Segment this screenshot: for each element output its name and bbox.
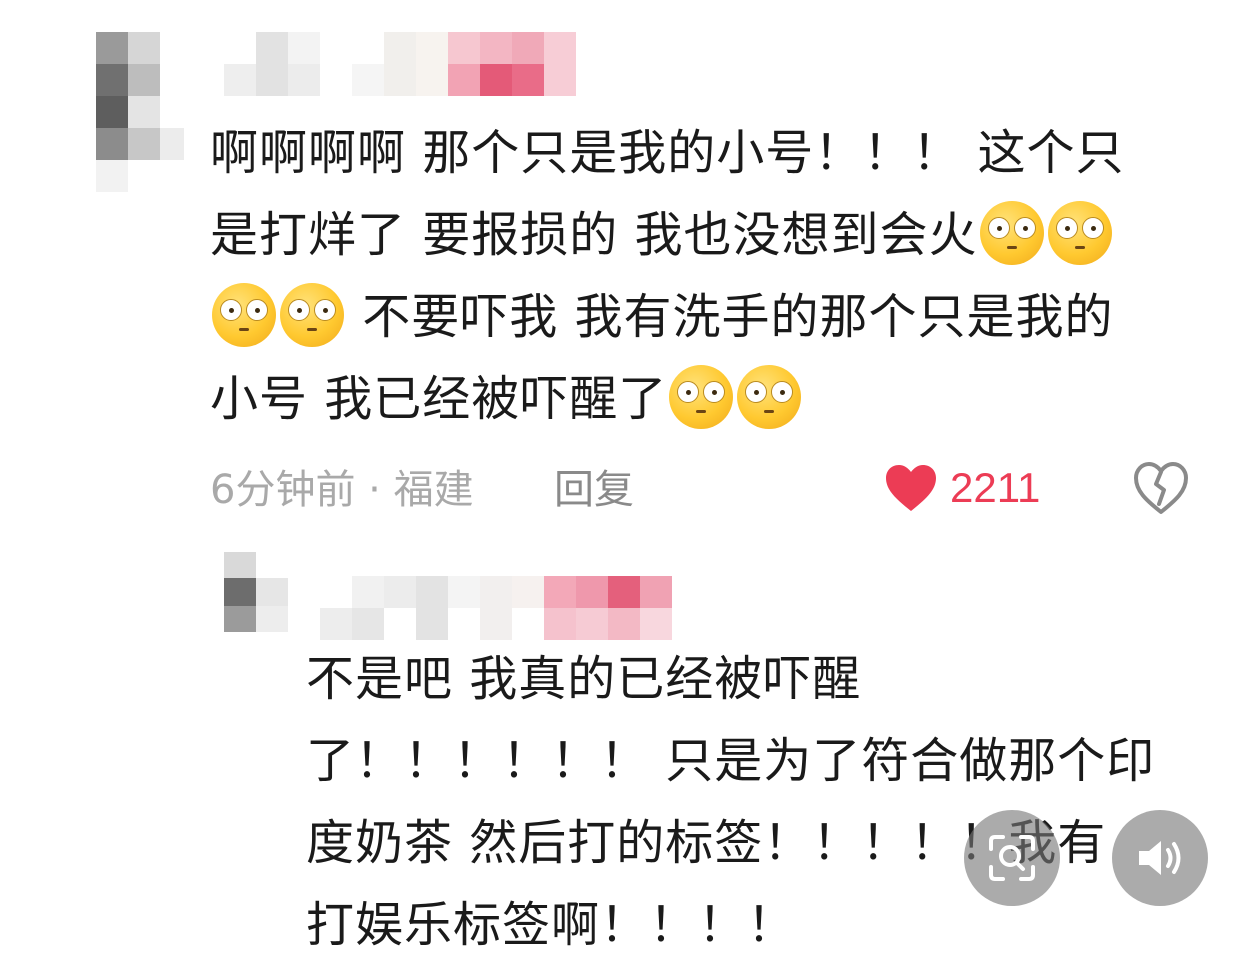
flushed-face-emoji (280, 283, 344, 347)
avatar[interactable] (96, 32, 192, 192)
comment-line: 啊啊啊啊 那个只是我的小号！！！ 这个只 (210, 125, 1125, 181)
reply-body: 不是吧 我真的已经被吓醒 了！！！！！！ 只是为了符合做那个印 度奶茶 然后打的… (306, 638, 1155, 966)
comment-line: 是打烊了 要报损的 我也没想到会火 (210, 194, 1125, 276)
scan-search-button[interactable] (964, 810, 1060, 906)
comment-body: 啊啊啊啊 那个只是我的小号！！！ 这个只 是打烊了 要报损的 我也没想到会火 不… (210, 112, 1125, 440)
comment-time-location: 6分钟前 · 福建 (210, 467, 474, 513)
reply-line: 了！！！！！！ 只是为了符合做那个印 (306, 733, 1156, 789)
broken-heart-icon[interactable] (1132, 460, 1190, 516)
reply-avatar[interactable] (224, 552, 288, 632)
flushed-face-emoji (669, 365, 734, 429)
flushed-face-emoji (979, 201, 1044, 265)
flushed-face-emoji (212, 283, 276, 347)
comment-line: 小号 我已经被吓醒了 (210, 358, 1125, 440)
like-count: 2211 (950, 464, 1041, 511)
comment-line: 不要吓我 我有洗手的那个只是我的 (210, 276, 1125, 358)
reply-line: 不是吧 我真的已经被吓醒 (306, 651, 862, 707)
speaker-icon (1139, 841, 1181, 875)
flushed-face-emoji (737, 365, 802, 429)
username[interactable] (224, 32, 576, 96)
reply-button[interactable]: 回复 (554, 462, 634, 518)
scan-search-icon (989, 835, 1035, 881)
sound-button[interactable] (1112, 810, 1208, 906)
like-button[interactable]: 2211 (884, 458, 1040, 518)
reply-username[interactable] (320, 576, 672, 640)
comment-screen: 啊啊啊啊 那个只是我的小号！！！ 这个只 是打烊了 要报损的 我也没想到会火 不… (0, 0, 1256, 980)
heart-icon (886, 465, 936, 511)
flushed-face-emoji (1047, 201, 1112, 265)
